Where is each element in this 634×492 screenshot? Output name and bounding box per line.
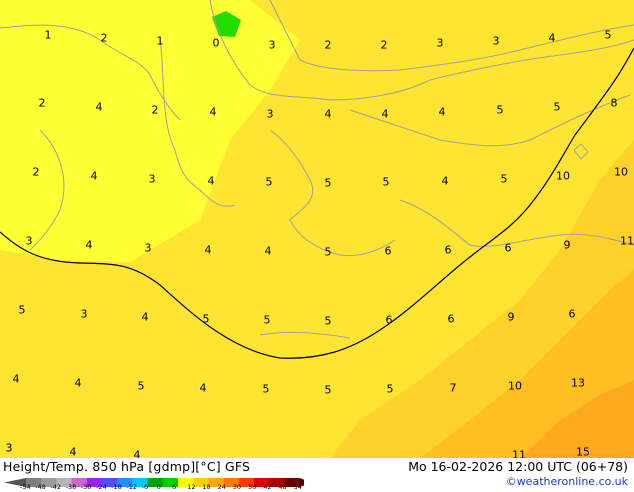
temperature-label: 7 xyxy=(449,381,457,395)
temperature-label: 2 xyxy=(38,96,46,110)
temperature-label: 3 xyxy=(436,36,444,50)
temperature-label: 5 xyxy=(265,175,273,189)
temperature-label: 5 xyxy=(324,314,332,328)
temperature-label: 6 xyxy=(504,241,512,255)
temperature-label: 4 xyxy=(381,107,389,121)
temperature-label: 4 xyxy=(548,31,556,45)
temperature-label: 13 xyxy=(571,376,585,390)
temperature-label: 5 xyxy=(263,313,271,327)
temperature-label: 5 xyxy=(604,28,612,42)
temperature-label: 11 xyxy=(620,234,634,248)
temperature-label: 2 xyxy=(100,31,108,45)
weather-map: 1 2 1 0 3 2 2 3 3 4 5 2 4 2 4 3 4 4 4 5 5 8 2 4 3 4 5 5 5 4 5 10 10 3 4 3 4 4… xyxy=(0,0,634,458)
temperature-label: 1 xyxy=(44,28,52,42)
temperature-label: 5 xyxy=(382,175,390,189)
temperature-label: 5 xyxy=(324,245,332,259)
temperature-label: 5 xyxy=(324,176,332,190)
temperature-label: 5 xyxy=(500,172,508,186)
temperature-label: 4 xyxy=(199,381,207,395)
temperature-label: 6 xyxy=(447,312,455,326)
footer-bar: Height/Temp. 850 hPa [gdmp][°C] GFS Mo 1… xyxy=(0,458,634,492)
temperature-label: 5 xyxy=(496,103,504,117)
valid-datetime: Mo 16-02-2026 12:00 UTC (06+78) xyxy=(408,459,628,474)
scale-swatch xyxy=(162,478,179,487)
temperature-label: 4 xyxy=(69,445,77,458)
temperature-label: 2 xyxy=(32,165,40,179)
temperature-label: 6 xyxy=(385,313,393,327)
credit-link[interactable]: ©weatheronline.co.uk xyxy=(506,475,628,488)
temperature-label: 3 xyxy=(266,107,274,121)
temperature-label: 3 xyxy=(148,172,156,186)
temperature-label: 3 xyxy=(268,38,276,52)
temperature-label: 5 xyxy=(202,312,210,326)
temperature-label: 4 xyxy=(95,100,103,114)
temperature-label: 10 xyxy=(556,169,570,183)
temperature-label: 2 xyxy=(151,103,159,117)
temperature-label: 1 xyxy=(156,34,164,48)
color-scale-bar xyxy=(4,478,312,487)
temperature-label: 4 xyxy=(324,107,332,121)
map-canvas xyxy=(0,0,634,458)
temperature-label: 5 xyxy=(553,100,561,114)
temperature-label: 4 xyxy=(141,310,149,324)
temperature-label: 4 xyxy=(264,244,272,258)
color-scale: -54 -48 -42 -38 -30 -24 -18 -12 -6 0 6 12 18 24 30 36 42… xyxy=(4,473,312,492)
temperature-label: 2 xyxy=(380,38,388,52)
temperature-label: 11 xyxy=(512,448,526,459)
temperature-label: 3 xyxy=(80,307,88,321)
temperature-label: 5 xyxy=(262,382,270,396)
temperature-label: 9 xyxy=(507,310,515,324)
temperature-label: 4 xyxy=(133,448,141,459)
temperature-label: 5 xyxy=(18,303,26,317)
temperature-label: 6 xyxy=(568,307,576,321)
temperature-label: 4 xyxy=(209,105,217,119)
temperature-label: 4 xyxy=(74,376,82,390)
temperature-label: 3 xyxy=(5,441,13,455)
temperature-label: 3 xyxy=(25,234,33,248)
temperature-label: 15 xyxy=(576,445,590,458)
temperature-label: 6 xyxy=(444,243,452,257)
temperature-label: 3 xyxy=(492,34,500,48)
temperature-label: 5 xyxy=(137,379,145,393)
temperature-label: 8 xyxy=(610,96,618,110)
temperature-label: 10 xyxy=(614,165,628,179)
temperature-label: 10 xyxy=(508,379,522,393)
temperature-label: 4 xyxy=(90,169,98,183)
scale-swatch xyxy=(147,478,164,487)
temperature-label: 3 xyxy=(144,241,152,255)
temperature-label: 2 xyxy=(324,38,332,52)
temperature-label: 5 xyxy=(386,382,394,396)
temperature-label: 4 xyxy=(85,238,93,252)
temperature-label: 5 xyxy=(324,383,332,397)
chart-title: Height/Temp. 850 hPa [gdmp][°C] GFS xyxy=(3,459,251,474)
temperature-label: 4 xyxy=(438,105,446,119)
temperature-label: 0 xyxy=(212,36,220,50)
temperature-label: 4 xyxy=(207,174,215,188)
temperature-label: 6 xyxy=(384,244,392,258)
temperature-label: 4 xyxy=(441,174,449,188)
temperature-label: 4 xyxy=(12,372,20,386)
temperature-label: 9 xyxy=(563,238,571,252)
temperature-label: 4 xyxy=(204,243,212,257)
